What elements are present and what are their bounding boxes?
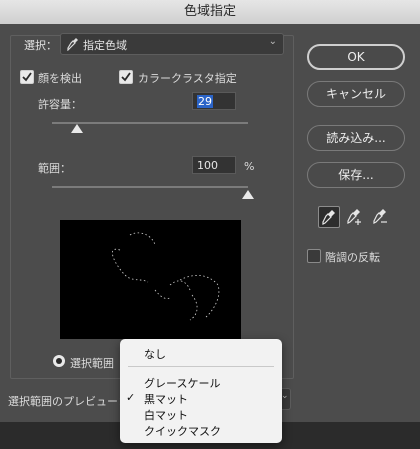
tolerance-label: 許容量： bbox=[38, 98, 82, 111]
ok-button[interactable]: OK bbox=[307, 44, 405, 70]
select-value: 指定色域 bbox=[83, 39, 127, 52]
cancel-button[interactable]: キャンセル bbox=[307, 81, 405, 107]
view-selection-radio[interactable] bbox=[53, 355, 65, 367]
range-unit: % bbox=[244, 160, 255, 173]
range-slider-track[interactable] bbox=[52, 186, 248, 188]
eyedropper-add-icon[interactable] bbox=[344, 206, 366, 228]
color-cluster-label: カラークラスタ指定 bbox=[138, 72, 237, 85]
range-slider-knob[interactable] bbox=[242, 190, 254, 199]
menu-item-none[interactable]: なし bbox=[144, 346, 166, 362]
select-label: 選択： bbox=[24, 39, 57, 52]
tolerance-slider-knob[interactable] bbox=[71, 124, 83, 133]
eyedropper-icon bbox=[67, 37, 79, 52]
select-dropdown[interactable]: 指定色域 ⌄ bbox=[60, 33, 284, 55]
face-detect-checkbox[interactable] bbox=[20, 70, 34, 84]
chevron-down-icon: ⌄ bbox=[281, 391, 289, 401]
menu-item-quick-mask[interactable]: クイックマスク bbox=[144, 423, 221, 439]
save-button[interactable]: 保存... bbox=[307, 162, 405, 188]
tolerance-value: 29 bbox=[197, 95, 213, 108]
menu-item-white-matte[interactable]: 白マット bbox=[144, 407, 188, 423]
preview-mode-label: 選択範囲のプレビュー： bbox=[8, 395, 129, 408]
range-label: 範囲： bbox=[38, 162, 71, 175]
load-button[interactable]: 読み込み... bbox=[307, 125, 405, 151]
preview-mode-menu: なし グレースケール ✓ 黒マット 白マット クイックマスク bbox=[120, 339, 282, 443]
menu-item-grayscale[interactable]: グレースケール bbox=[144, 375, 220, 391]
invert-label: 階調の反転 bbox=[325, 251, 380, 264]
range-input[interactable]: 100 bbox=[192, 156, 236, 174]
invert-checkbox[interactable] bbox=[307, 249, 321, 263]
window-title: 色域指定 bbox=[0, 0, 420, 25]
eyedropper-subtract-icon[interactable] bbox=[370, 206, 392, 228]
view-selection-label: 選択範囲 bbox=[70, 357, 114, 370]
tolerance-input[interactable]: 29 bbox=[192, 92, 236, 110]
face-detect-label: 顔を検出 bbox=[38, 72, 82, 85]
eyedropper-icon[interactable] bbox=[318, 206, 340, 228]
chevron-down-icon: ⌄ bbox=[268, 36, 277, 47]
menu-separator bbox=[128, 366, 274, 367]
checkmark-icon: ✓ bbox=[126, 391, 136, 404]
menu-item-black-matte[interactable]: 黒マット bbox=[144, 391, 188, 407]
radio-dot bbox=[56, 358, 62, 364]
selection-preview-image bbox=[60, 220, 241, 339]
color-cluster-checkbox[interactable] bbox=[119, 70, 133, 84]
